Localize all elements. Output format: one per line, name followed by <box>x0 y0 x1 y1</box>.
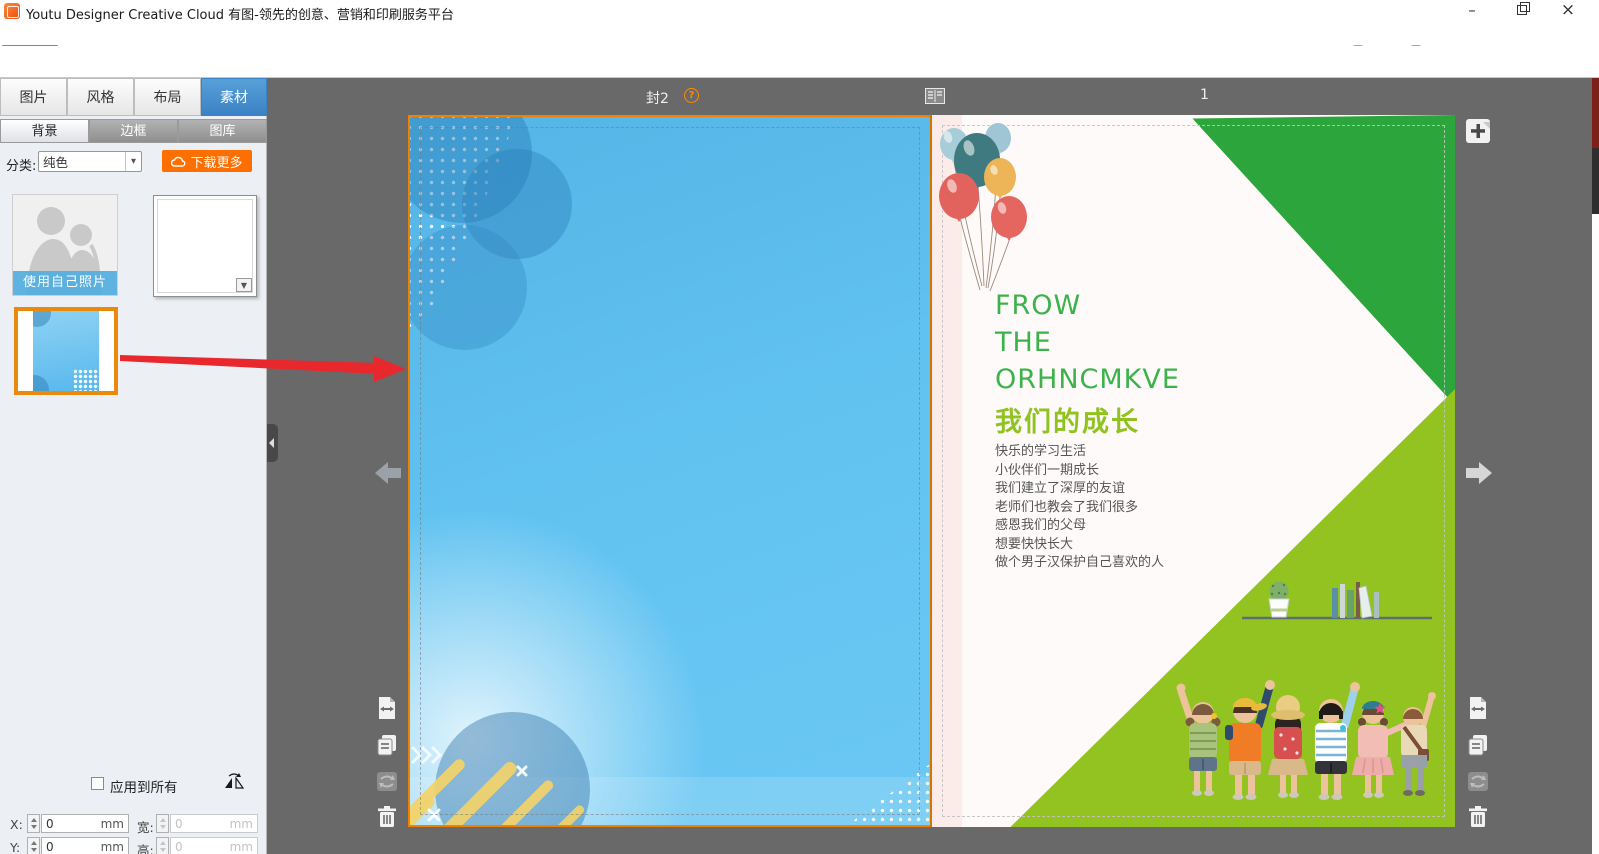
heading-line: ORHNCMKVE <box>995 361 1180 398</box>
y-field-label: Y: <box>10 840 20 854</box>
children-illustration <box>1173 665 1445 817</box>
x-field-label: X: <box>10 817 23 832</box>
sidebar-collapse-handle[interactable] <box>267 424 278 462</box>
height-input[interactable]: 0 mm <box>170 837 258 854</box>
title-bar: Youtu Designer Creative Cloud 有图-领先的创意、营… <box>0 0 1599 22</box>
page-resize-button[interactable] <box>376 696 398 720</box>
right-page-label: 1 <box>1200 87 1209 103</box>
preview-decor <box>33 375 49 391</box>
body-line: 想要快快长大 <box>995 536 1164 555</box>
cross-marks-decor <box>510 765 540 825</box>
swap-page-button[interactable] <box>376 769 398 793</box>
balloons-illustration <box>936 116 1036 294</box>
heading-line: THE <box>995 324 1052 361</box>
close-button[interactable]: × <box>1552 0 1584 20</box>
chevron-down-icon: ▾ <box>125 152 141 171</box>
preview-decor <box>73 369 99 391</box>
body-line: 小伙伴们一期成长 <box>995 462 1164 481</box>
next-spread-button[interactable] <box>1466 459 1492 487</box>
tool-bar: 保存 <box>0 46 1599 78</box>
blue-background-preview <box>33 311 99 391</box>
apply-to-all-label: 应用到所有 <box>110 776 178 796</box>
delete-page-button[interactable] <box>1467 805 1489 829</box>
width-stepper[interactable] <box>156 814 169 833</box>
body-text: 快乐的学习生活 小伙伴们一期成长 我们建立了深厚的友谊 老师们也教会了我们很多 … <box>995 443 1164 573</box>
tab-materials[interactable]: 素材 <box>201 78 267 116</box>
swap-page-button[interactable] <box>1467 769 1489 793</box>
width-field-label: 宽: <box>137 817 154 836</box>
category-label: 分类: <box>6 155 36 174</box>
close-icon: × <box>1561 0 1575 20</box>
download-more-button[interactable]: 下载更多 <box>162 150 252 172</box>
plus-icon <box>1466 119 1490 143</box>
mirror-flip-icon[interactable] <box>224 772 244 790</box>
body-line: 做个男子汉保护自己喜欢的人 <box>995 554 1164 573</box>
thumbnail-blank-background[interactable]: ▼ <box>153 195 257 297</box>
left-page-label: 封2 <box>646 88 669 108</box>
body-line: 老师们也教会了我们很多 <box>995 499 1164 518</box>
body-line: 感恩我们的父母 <box>995 517 1164 536</box>
cross-marks-decor <box>426 807 442 823</box>
circle-decor <box>408 225 527 350</box>
copy-page-button[interactable] <box>1467 733 1489 757</box>
height-stepper[interactable] <box>156 837 169 854</box>
y-stepper[interactable] <box>27 837 40 854</box>
scrollbar-segment <box>1592 78 1599 148</box>
restore-icon <box>1517 5 1527 15</box>
apply-to-all-checkbox[interactable] <box>91 777 104 790</box>
chevron-down-icon: ▼ <box>241 281 247 290</box>
minimize-button[interactable]: – <box>1456 0 1488 20</box>
app-logo-icon <box>4 3 20 19</box>
add-page-button[interactable] <box>1466 119 1490 143</box>
red-annotation-arrow <box>112 348 412 392</box>
tab-styles[interactable]: 风格 <box>67 78 134 116</box>
spread-view-icon[interactable] <box>925 88 945 104</box>
page-resize-button[interactable] <box>1467 696 1489 720</box>
spine-divider <box>930 115 932 827</box>
application-window: Youtu Designer Creative Cloud 有图-领先的创意、营… <box>0 0 1599 854</box>
x-input[interactable]: 0 mm <box>41 814 129 833</box>
menu-bar: 首页 文件 编辑 插入 视图 价格 帮助 画册-竖款:竖款A4（210x285m… <box>0 22 1599 46</box>
window-title: Youtu Designer Creative Cloud 有图-领先的创意、营… <box>26 4 454 23</box>
previous-spread-button[interactable] <box>375 459 401 487</box>
tab-layout[interactable]: 布局 <box>134 78 201 116</box>
preview-decor <box>33 311 51 327</box>
thumbnail-blue-background-selected[interactable] <box>14 307 118 395</box>
scrollbar-thumb[interactable] <box>1592 148 1599 214</box>
right-scrollbar[interactable] <box>1592 78 1599 854</box>
restore-button[interactable] <box>1506 0 1538 20</box>
chevrons-decor <box>410 745 444 765</box>
minimize-icon: – <box>1468 1 1476 19</box>
thumbnail-options-button[interactable]: ▼ <box>236 278 252 292</box>
cloud-icon <box>171 156 186 167</box>
shelf-illustration <box>1240 572 1435 622</box>
left-page[interactable] <box>408 115 932 827</box>
use-own-photo-label: 使用自己照片 <box>13 271 117 295</box>
sidebar: 图片 风格 布局 素材 背景 边框 图库 分类: 纯色 ▾ 下载更多 <box>0 78 267 854</box>
tab-pictures[interactable]: 图片 <box>0 78 67 116</box>
height-field-label: 高: <box>137 840 154 854</box>
subtab-border[interactable]: 边框 <box>89 119 178 143</box>
thumbnail-use-own-photo[interactable]: 使用自己照片 <box>12 194 118 296</box>
body-line: 我们建立了深厚的友谊 <box>995 480 1164 499</box>
delete-page-button[interactable] <box>376 805 398 829</box>
subheading: 我们的成长 <box>995 400 1140 439</box>
copy-page-button[interactable] <box>376 733 398 757</box>
y-input[interactable]: 0 mm <box>41 837 129 854</box>
category-dropdown[interactable]: 纯色 ▾ <box>38 151 142 172</box>
width-input[interactable]: 0 mm <box>170 814 258 833</box>
x-stepper[interactable] <box>27 814 40 833</box>
body-line: 快乐的学习生活 <box>995 443 1164 462</box>
help-icon[interactable]: ? <box>684 88 699 103</box>
subtab-background[interactable]: 背景 <box>0 119 89 143</box>
subtab-gallery[interactable]: 图库 <box>178 119 267 143</box>
